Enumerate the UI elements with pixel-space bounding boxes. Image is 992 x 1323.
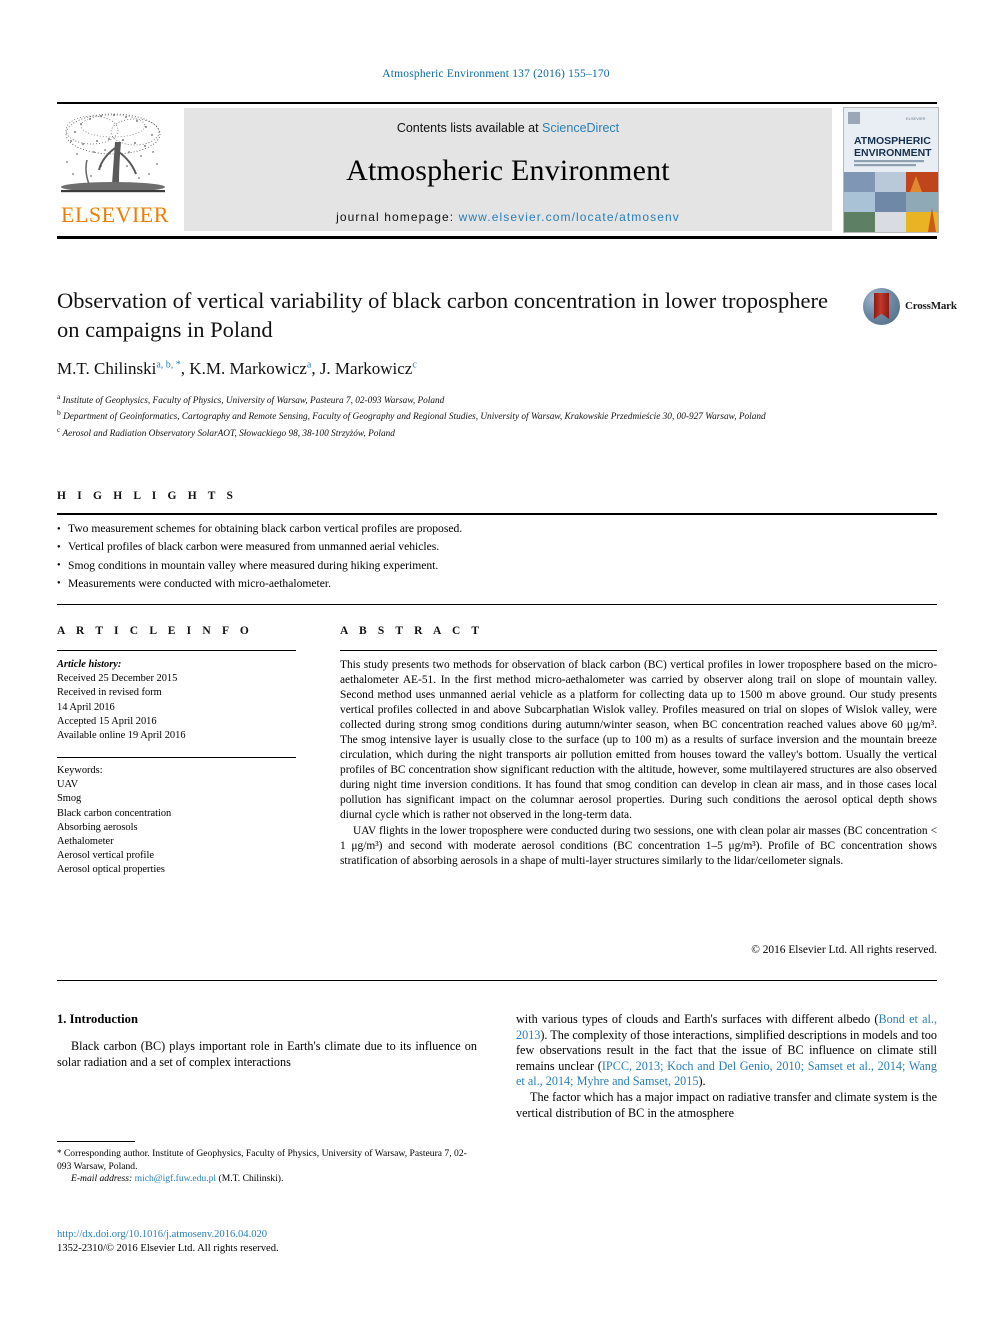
abstract-paragraph-2: UAV flights in the lower troposphere wer… — [340, 824, 937, 867]
keyword-item: Aerosol optical properties — [57, 864, 165, 876]
highlights-bottom-rule — [57, 604, 937, 605]
abstract-paragraph-1: This study presents two methods for obse… — [340, 659, 937, 822]
doi-link[interactable]: http://dx.doi.org/10.1016/j.atmosenv.201… — [57, 1228, 477, 1242]
elsevier-tree-icon — [57, 108, 169, 202]
elsevier-logo: ELSEVIER — [57, 108, 175, 232]
crossmark-badge[interactable]: CrossMark — [863, 288, 957, 328]
sciencedirect-link[interactable]: ScienceDirect — [542, 121, 619, 135]
author-2-name: K.M. Markowicz — [189, 359, 307, 378]
article-history-item: Received 25 December 2015 — [57, 673, 178, 685]
journal-title: Atmospheric Environment — [346, 154, 670, 187]
highlights-top-rule — [57, 513, 937, 516]
intro-paragraph-left: Black carbon (BC) plays important role i… — [57, 1039, 477, 1069]
highlights-list: Two measurement schemes for obtaining bl… — [57, 519, 937, 593]
body-column-left: 1. Introduction Black carbon (BC) plays … — [57, 1012, 477, 1070]
section-heading-introduction: 1. Introduction — [57, 1012, 138, 1026]
article-history: Article history: Received 25 December 20… — [57, 658, 302, 743]
affiliation-c: c Aerosol and Radiation Observatory Sola… — [57, 424, 937, 440]
email-label: E-mail address: — [71, 1173, 133, 1185]
author-1-name: M.T. Chilinski — [57, 359, 157, 378]
intro-right-text-3: ). — [698, 1074, 706, 1089]
email-owner: (M.T. Chilinski). — [218, 1173, 284, 1185]
email-note: E-mail address: mich@igf.fuw.edu.pl (M.T… — [57, 1173, 477, 1186]
highlight-item: Vertical profiles of black carbon were m… — [57, 538, 937, 557]
corresponding-author-star: * — [57, 1148, 62, 1158]
article-info-heading: A R T I C L E I N F O — [57, 625, 253, 637]
journal-article-first-page: Atmospheric Environment 137 (2016) 155–1… — [0, 0, 992, 1323]
keywords-label: Keywords: — [57, 765, 103, 776]
affiliation-b-text: Department of Geoinformatics, Cartograph… — [63, 412, 766, 423]
journal-band: Contents lists available at ScienceDirec… — [184, 108, 832, 231]
contents-available-line: Contents lists available at ScienceDirec… — [184, 121, 832, 135]
journal-homepage-line: journal homepage: www.elsevier.com/locat… — [184, 210, 832, 224]
author-1-marks: a, b, * — [156, 359, 181, 371]
abstract-bottom-rule — [57, 980, 937, 981]
body-column-right: with various types of clouds and Earth's… — [516, 1012, 937, 1121]
article-history-item: Accepted 15 April 2016 — [57, 715, 157, 727]
crossmark-label: CrossMark — [905, 300, 957, 312]
title-block: Observation of vertical variability of b… — [57, 286, 847, 440]
journal-masthead: ELSEVIER Contents lists available at Sci… — [57, 104, 939, 233]
abstract-rule — [340, 650, 937, 651]
affiliation-a: a Institute of Geophysics, Faculty of Ph… — [57, 391, 937, 407]
corresponding-author-note: * Corresponding author. Institute of Geo… — [57, 1147, 477, 1173]
affiliation-a-mark: a — [57, 392, 61, 401]
article-history-label: Article history: — [57, 659, 122, 670]
elsevier-wordmark: ELSEVIER — [61, 202, 169, 227]
author-3-name: J. Markowicz — [319, 359, 413, 378]
affiliation-b: b Department of Geoinformatics, Cartogra… — [57, 407, 937, 423]
author-list: M.T. Chilinskia, b, *, K.M. Markowicza, … — [57, 359, 417, 378]
email-link[interactable]: mich@igf.fuw.edu.pl — [135, 1173, 216, 1184]
svg-text:ATMOSPHERIC: ATMOSPHERIC — [854, 135, 931, 147]
svg-text:ELSEVIER: ELSEVIER — [906, 116, 926, 121]
highlight-item: Smog conditions in mountain valley where… — [57, 556, 937, 575]
homepage-prefix: journal homepage: — [336, 210, 459, 224]
affiliation-c-text: Aerosol and Radiation Observatory SolarA… — [62, 428, 395, 439]
article-info-rule — [57, 650, 296, 651]
keyword-item: Smog — [57, 793, 82, 805]
abstract-heading: A B S T R A C T — [340, 625, 484, 637]
affiliation-a-text: Institute of Geophysics, Faculty of Phys… — [62, 396, 445, 407]
keyword-item: Black carbon concentration — [57, 807, 172, 819]
footnote-rule — [57, 1141, 135, 1142]
article-history-item: Received in revised form — [57, 687, 162, 699]
svg-text:ENVIRONMENT: ENVIRONMENT — [854, 147, 932, 159]
keyword-item: Aethalometer — [57, 836, 114, 848]
footnote-block: * Corresponding author. Institute of Geo… — [57, 1147, 477, 1186]
abstract-copyright: © 2016 Elsevier Ltd. All rights reserved… — [751, 944, 937, 956]
contents-prefix: Contents lists available at — [396, 121, 543, 135]
running-head: Atmospheric Environment 137 (2016) 155–1… — [382, 68, 610, 80]
masthead-bottom-rule — [57, 236, 937, 239]
keyword-item: Aerosol vertical profile — [57, 850, 154, 862]
intro-right-text-1: with various types of clouds and Earth's… — [516, 1012, 879, 1026]
issn-copyright-line: 1352-2310/© 2016 Elsevier Ltd. All right… — [57, 1243, 279, 1255]
author-3-marks: c — [412, 359, 417, 371]
keywords-rule — [57, 757, 296, 758]
doi-block: http://dx.doi.org/10.1016/j.atmosenv.201… — [57, 1228, 477, 1257]
article-history-item: 14 April 2016 — [57, 701, 115, 713]
affiliation-b-mark: b — [57, 408, 61, 418]
corresponding-author-text: Corresponding author. Institute of Geoph… — [57, 1148, 467, 1172]
article-history-item: Available online 19 April 2016 — [57, 730, 186, 742]
affiliations: a Institute of Geophysics, Faculty of Ph… — [57, 391, 937, 440]
intro-paragraph-right-continued: with various types of clouds and Earth's… — [516, 1012, 937, 1090]
highlight-item: Two measurement schemes for obtaining bl… — [57, 519, 937, 538]
affiliation-c-mark: c — [57, 424, 61, 434]
keywords-block: Keywords: UAV Smog Black carbon concentr… — [57, 764, 302, 878]
journal-homepage-link[interactable]: www.elsevier.com/locate/atmosenv — [459, 210, 680, 224]
keyword-item: UAV — [57, 779, 79, 791]
highlight-item: Measurements were conducted with micro-a… — [57, 574, 937, 593]
journal-cover-thumbnail: ELSEVIER ATMOSPHERIC ENVIRONMENT — [843, 107, 939, 233]
highlights-heading: H I G H L I G H T S — [57, 490, 238, 502]
page-title: Observation of vertical variability of b… — [57, 288, 828, 342]
author-2-marks: a — [306, 359, 312, 371]
intro-paragraph-right-2: The factor which has a major impact on r… — [516, 1089, 937, 1120]
abstract-body: This study presents two methods for obse… — [340, 658, 937, 869]
keyword-item: Absorbing aerosols — [57, 821, 138, 833]
